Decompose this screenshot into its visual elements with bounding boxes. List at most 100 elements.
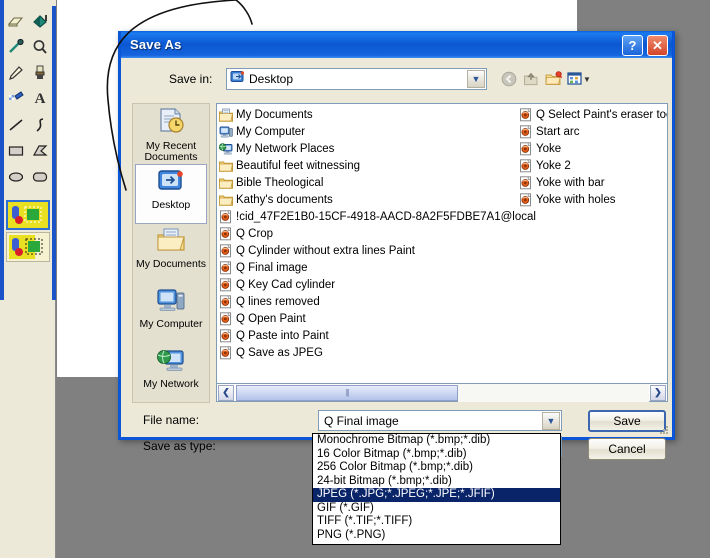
my-documents-icon <box>155 227 187 258</box>
file-list-item-label: Q Crop <box>236 227 274 240</box>
file-list-item-label: Yoke with bar <box>536 176 605 189</box>
file-list-item[interactable]: My Documents <box>219 106 519 123</box>
file-list-item-label: Q Cylinder without extra lines Paint <box>236 244 415 257</box>
file-list-item[interactable]: Q Paste into Paint <box>219 327 519 344</box>
file-list-item[interactable]: Yoke 2 <box>519 157 667 174</box>
my-computer-icon <box>156 287 186 318</box>
file-list-item-label: Q lines removed <box>236 295 320 308</box>
paint-tool-box[interactable]: A <box>0 0 56 558</box>
file-list[interactable]: My Documents My Computer My Network Places… <box>216 103 668 384</box>
save-as-type-option[interactable]: TIFF (*.TIF;*.TIFF) <box>313 515 560 529</box>
place-label: My Documents <box>135 258 207 270</box>
help-button[interactable]: ? <box>622 35 643 56</box>
save-as-type-option[interactable]: 256 Color Bitmap (*.bmp;*.dib) <box>313 461 560 475</box>
file-list-item[interactable]: Q Select Paint's eraser tool <box>519 106 667 123</box>
place-my-documents[interactable]: My Documents <box>133 224 209 284</box>
save-as-type-dropdown-list[interactable]: Monochrome Bitmap (*.bmp;*.dib) 16 Color … <box>312 433 561 545</box>
file-list-item[interactable]: My Computer <box>219 123 519 140</box>
toolbar-title-strip <box>8 0 56 6</box>
file-list-item-label: Kathy's documents <box>236 193 333 206</box>
views-dropdown-arrow-icon[interactable]: ▼ <box>583 75 591 84</box>
line-icon[interactable] <box>4 112 28 138</box>
dialog-title: Save As <box>130 37 182 52</box>
place-label: Desktop <box>151 199 191 211</box>
place-label: My Network <box>143 378 199 390</box>
file-name-label: File name: <box>143 413 200 427</box>
place-desktop[interactable]: Desktop <box>135 164 207 224</box>
save-as-type-label: Save as type: <box>143 439 216 453</box>
save-as-type-option[interactable]: GIF (*.GIF) <box>313 502 560 516</box>
file-list-item[interactable]: Q Crop <box>219 225 519 242</box>
file-list-item-label: My Documents <box>236 108 313 121</box>
place-label: My Computer <box>139 318 203 330</box>
text-icon[interactable]: A <box>28 86 52 112</box>
save-as-type-option[interactable]: 24-bit Bitmap (*.bmp;*.dib) <box>313 475 560 489</box>
save-in-combobox[interactable]: Desktop ▼ <box>226 68 487 90</box>
file-list-item[interactable]: Q Final image <box>219 259 519 276</box>
save-as-type-option[interactable]: JPEG (*.JPG;*.JPEG;*.JPE;*.JFIF) <box>313 488 560 502</box>
file-list-item[interactable]: Bible Theological <box>219 174 519 191</box>
desktop-icon <box>230 70 245 89</box>
rectangle-icon[interactable] <box>4 138 28 164</box>
file-list-item[interactable]: Kathy's documents <box>219 191 519 208</box>
file-list-item[interactable]: Yoke with holes <box>519 191 667 208</box>
curve-icon[interactable] <box>28 112 52 138</box>
save-as-dialog[interactable]: Save As ? ✕ Save in: Desktop ▼ ▼ My Rece… <box>118 31 675 460</box>
create-new-folder-icon[interactable] <box>542 69 564 89</box>
place-label: My Recent Documents <box>144 140 198 163</box>
file-list-item[interactable]: Q Cylinder without extra lines Paint <box>219 242 519 259</box>
scroll-right-button[interactable]: ❯ <box>650 384 666 401</box>
polygon-icon[interactable] <box>28 138 52 164</box>
file-list-item-label: Start arc <box>536 125 580 138</box>
up-one-level-icon[interactable] <box>520 69 542 89</box>
fill-with-color-icon[interactable] <box>28 8 52 34</box>
rounded-rectangle-icon[interactable] <box>28 164 52 190</box>
file-list-column-1: My Documents My Computer My Network Places… <box>219 106 536 361</box>
file-list-item[interactable]: Beautiful feet witnessing <box>219 157 519 174</box>
airbrush-icon[interactable] <box>4 86 28 112</box>
places-bar[interactable]: My Recent Documents Desktop My Documents… <box>132 103 210 403</box>
chevron-down-icon[interactable]: ▼ <box>542 412 560 430</box>
save-as-type-option[interactable]: Monochrome Bitmap (*.bmp;*.dib) <box>313 434 560 448</box>
tool-option-opaque[interactable] <box>6 200 50 230</box>
file-list-item-label: Q Paste into Paint <box>236 329 329 342</box>
place-my-recent-documents[interactable]: My Recent Documents <box>133 104 209 164</box>
scrollbar-thumb[interactable]: ||| <box>236 384 458 401</box>
file-list-item[interactable]: Yoke with bar <box>519 174 667 191</box>
file-list-item-label: Bible Theological <box>236 176 324 189</box>
file-list-item[interactable]: Start arc <box>519 123 667 140</box>
horizontal-scrollbar[interactable]: ❮ ||| ❯ <box>216 383 668 402</box>
file-list-item[interactable]: !cid_47F2E1B0-15CF-4918-AACD-8A2F5FDBE7A… <box>219 208 536 225</box>
place-my-network[interactable]: My Network <box>133 344 209 404</box>
file-list-item[interactable]: Q lines removed <box>219 293 519 310</box>
place-my-computer[interactable]: My Computer <box>133 284 209 344</box>
close-button[interactable]: ✕ <box>647 35 668 56</box>
file-list-item[interactable]: Q Open Paint <box>219 310 519 327</box>
toolbar-edge-right <box>52 0 56 300</box>
pencil-icon[interactable] <box>4 60 28 86</box>
file-list-item[interactable]: Yoke <box>519 140 667 157</box>
save-as-type-option[interactable]: 16 Color Bitmap (*.bmp;*.dib) <box>313 448 560 462</box>
file-list-item[interactable]: Q Key Cad cylinder <box>219 276 519 293</box>
eraser-icon[interactable] <box>4 8 28 34</box>
ellipse-icon[interactable] <box>4 164 28 190</box>
pick-color-icon[interactable] <box>4 34 28 60</box>
file-name-combobox[interactable]: Q Final image ▼ <box>318 410 562 431</box>
scroll-left-button[interactable]: ❮ <box>218 384 234 401</box>
save-button[interactable]: Save <box>588 410 666 432</box>
resize-grip-icon[interactable] <box>658 424 670 436</box>
save-as-type-option[interactable]: PNG (*.PNG) <box>313 529 560 543</box>
cancel-button[interactable]: Cancel <box>588 438 666 460</box>
chevron-down-icon[interactable]: ▼ <box>467 70 485 88</box>
magnifier-icon[interactable] <box>28 34 52 60</box>
recent-documents-icon <box>155 107 187 140</box>
file-list-item-label: Q Save as JPEG <box>236 346 323 359</box>
scrollbar-track[interactable] <box>458 383 649 402</box>
dialog-title-bar[interactable]: Save As ? ✕ <box>121 31 672 58</box>
save-in-label: Save in: <box>169 72 213 86</box>
tool-option-transparent[interactable] <box>6 232 50 262</box>
file-list-item[interactable]: My Network Places <box>219 140 519 157</box>
brush-icon[interactable] <box>28 60 52 86</box>
file-list-item[interactable]: Q Save as JPEG <box>219 344 519 361</box>
back-icon[interactable] <box>498 69 520 89</box>
